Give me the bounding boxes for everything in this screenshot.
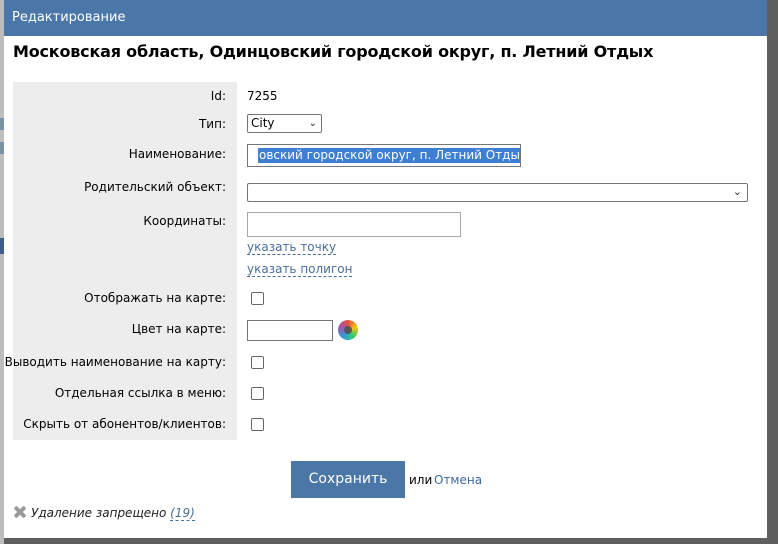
or-text: или bbox=[409, 473, 433, 487]
save-button[interactable]: Сохранить bbox=[291, 461, 405, 498]
close-icon bbox=[13, 505, 27, 519]
type-select-value: City bbox=[251, 116, 275, 130]
specify-point-link[interactable]: указать точку bbox=[247, 240, 337, 255]
delete-status: Удаление запрещено (19) bbox=[13, 505, 195, 521]
parent-label: Родительский объект: bbox=[84, 180, 226, 194]
menu-link-label: Отдельная ссылка в меню: bbox=[54, 386, 226, 400]
map-color-input[interactable] bbox=[247, 320, 333, 341]
edit-dialog: Редактирование Московская область, Одинц… bbox=[4, 0, 767, 538]
coords-label: Координаты: bbox=[143, 214, 226, 228]
menu-link-checkbox[interactable] bbox=[251, 387, 264, 400]
name-input[interactable]: овский городской округ, п. Летний Отдых bbox=[247, 144, 521, 167]
page-title: Московская область, Одинцовский городско… bbox=[13, 42, 654, 61]
show-name-on-map-checkbox[interactable] bbox=[251, 356, 264, 369]
dialog-title: Редактирование bbox=[4, 0, 767, 36]
id-label: Id: bbox=[210, 89, 226, 103]
cancel-link[interactable]: Отмена bbox=[434, 473, 482, 487]
name-label: Наименование: bbox=[128, 147, 226, 161]
map-color-label: Цвет на карте: bbox=[131, 322, 226, 336]
coords-input[interactable] bbox=[247, 212, 461, 237]
color-wheel-icon[interactable] bbox=[338, 320, 358, 340]
show-on-map-label: Отображать на карте: bbox=[84, 291, 226, 305]
show-name-on-map-label: Выводить наименование на карту: bbox=[4, 355, 226, 369]
delete-forbidden-text: Удаление запрещено bbox=[31, 506, 167, 520]
chevron-down-icon: ⌄ bbox=[308, 118, 317, 129]
type-select[interactable]: City ⌄ bbox=[247, 114, 322, 133]
chevron-down-icon: ⌄ bbox=[732, 185, 742, 198]
type-label: Тип: bbox=[198, 117, 226, 131]
id-value: 7255 bbox=[247, 89, 278, 103]
hide-from-clients-checkbox[interactable] bbox=[251, 418, 264, 431]
delete-count-link[interactable]: (19) bbox=[170, 506, 195, 521]
show-on-map-checkbox[interactable] bbox=[251, 292, 264, 305]
hide-from-clients-label: Скрыть от абонентов/клиентов: bbox=[23, 417, 226, 431]
name-input-selected-text: овский городской округ, п. Летний Отдых bbox=[258, 148, 520, 163]
specify-polygon-link[interactable]: указать полигон bbox=[247, 262, 353, 277]
parent-select[interactable]: ⌄ bbox=[247, 183, 748, 202]
